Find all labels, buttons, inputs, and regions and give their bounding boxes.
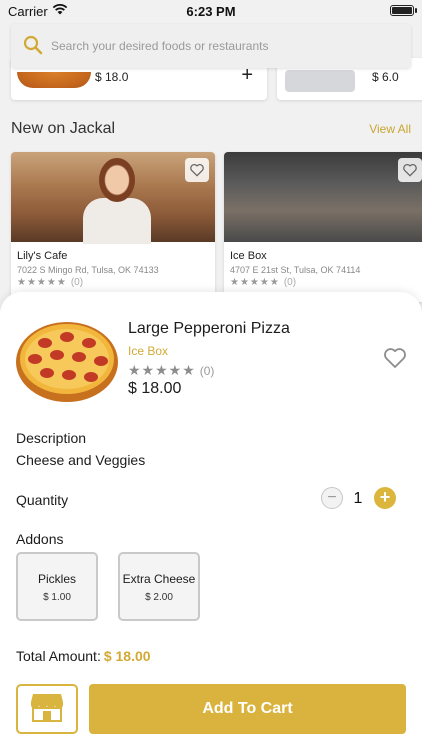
description-text: Cheese and Veggies: [16, 452, 146, 468]
decrease-quantity-button[interactable]: −: [321, 487, 343, 509]
item-rating: ★★★★★ (0): [128, 362, 215, 378]
view-all-link[interactable]: View All: [369, 122, 411, 136]
item-detail-sheet: Large Pepperoni Pizza Ice Box ★★★★★ (0) $…: [0, 292, 422, 750]
addon-name: Pickles: [37, 572, 76, 586]
food-thumbnail: [285, 70, 355, 92]
status-bar: Carrier 6:23 PM: [0, 0, 422, 22]
add-to-cart-button[interactable]: Add To Cart: [89, 684, 406, 734]
food-price: $ 18.0: [95, 70, 129, 84]
rating-count: (0): [283, 277, 297, 288]
add-to-cart-label: Add To Cart: [202, 700, 293, 717]
food-price: $ 6.0: [372, 70, 399, 84]
search-input[interactable]: [51, 34, 401, 58]
addon-name: Extra Cheese: [122, 572, 196, 586]
search-bar[interactable]: [11, 24, 411, 68]
item-rating-count: (0): [199, 364, 215, 378]
addon-option[interactable]: Extra Cheese $ 2.00: [118, 552, 200, 621]
item-name: Large Pepperoni Pizza: [128, 320, 290, 337]
restaurant-name: Ice Box: [230, 250, 267, 262]
addon-option[interactable]: Pickles $ 1.00: [16, 552, 98, 621]
restaurant-card[interactable]: Lily's Cafe 7022 S Mingo Rd, Tulsa, OK 7…: [11, 152, 215, 302]
addons-label: Addons: [16, 531, 64, 547]
quantity-value: 1: [353, 490, 363, 507]
rating-count: (0): [70, 277, 84, 288]
view-store-button[interactable]: [16, 684, 78, 734]
heart-icon[interactable]: [185, 158, 209, 182]
restaurant-address: 7022 S Mingo Rd, Tulsa, OK 74133: [17, 265, 159, 275]
total-value: $ 18.00: [103, 648, 151, 664]
pizza-image: [15, 315, 119, 405]
total-label: Total Amount:: [16, 648, 101, 664]
addon-price: $ 1.00: [43, 592, 71, 603]
restaurant-name: Lily's Cafe: [17, 250, 68, 262]
increase-quantity-button[interactable]: +: [374, 487, 396, 509]
quantity-label: Quantity: [16, 492, 69, 508]
battery-icon: [390, 5, 417, 16]
item-price: $ 18.00: [128, 380, 182, 397]
heart-icon[interactable]: [398, 158, 422, 182]
addon-price: $ 2.00: [145, 592, 173, 603]
section-title: New on Jackal: [11, 120, 116, 137]
clock: 6:23 PM: [186, 4, 236, 19]
heart-icon[interactable]: [383, 347, 407, 374]
restaurant-card[interactable]: Ice Box 4707 E 21st St, Tulsa, OK 74114 …: [224, 152, 422, 302]
rating-stars: ★★★★★ (0): [17, 277, 84, 288]
store-icon: [30, 692, 64, 727]
restaurant-photo: [224, 152, 422, 242]
rating-stars: ★★★★★ (0): [230, 277, 297, 288]
item-restaurant-link[interactable]: Ice Box: [128, 344, 168, 358]
restaurant-address: 4707 E 21st St, Tulsa, OK 74114: [230, 265, 361, 275]
total-amount: Total Amount: $ 18.00: [16, 648, 151, 664]
search-icon: [23, 35, 43, 60]
description-label: Description: [16, 430, 87, 446]
food-thumbnail: [17, 72, 91, 88]
